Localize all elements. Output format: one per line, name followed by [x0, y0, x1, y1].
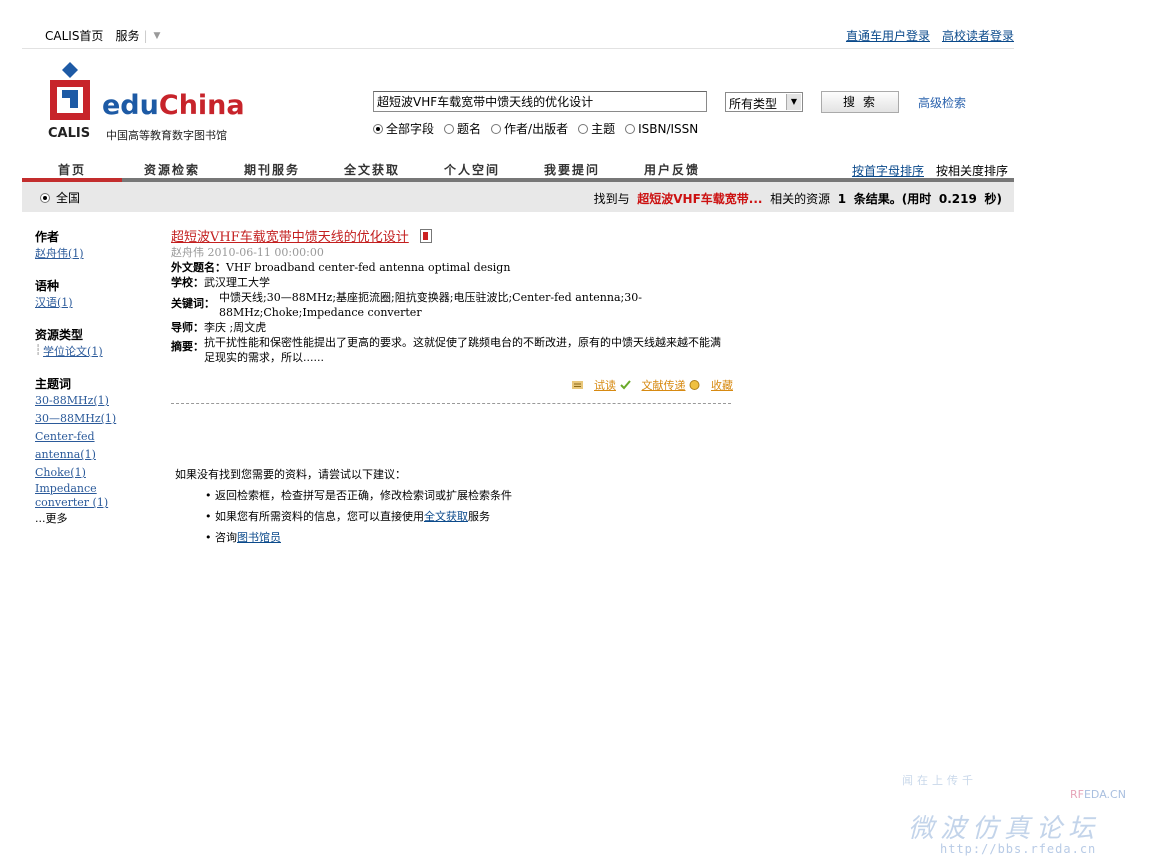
field-radio-author[interactable]: 作者/出版者 — [491, 120, 568, 137]
record-foreign-title: 外文题名： VHF broadband center-fed antenna o… — [171, 261, 511, 274]
sort-alpha-link[interactable]: 按首字母排序 — [852, 162, 924, 179]
brand-wordmark: eduChina — [102, 90, 245, 121]
sort-relevance[interactable]: 按相关度排序 — [936, 162, 1008, 179]
record-school: 学校： 武汉理工大学 — [171, 276, 270, 289]
record-abstract: 摘要： 抗干扰性能和保密性能提出了更高的要求。这就促使了跳频电台的不断改进，原有… — [171, 336, 721, 364]
library-subtitle: 中国高等教育数字图书馆 — [106, 129, 227, 142]
radio-icon — [625, 123, 636, 134]
tip-item: 返回检索框，检查拼写是否正确，修改检索词或扩展检索条件 — [205, 485, 512, 506]
record-advisor: 导师： 李庆 ;周文虎 — [171, 321, 267, 334]
result-time: 0.219 — [938, 192, 977, 206]
watermark-title: 微波仿真论坛 — [908, 814, 1101, 844]
watermark-rfeda: RFEDA.CN — [1070, 788, 1126, 801]
favorite-icon — [689, 380, 700, 390]
nav-item-ask[interactable]: 我要提问 — [522, 158, 622, 182]
scope-radio-national[interactable]: 全国 — [40, 189, 80, 206]
services-label: 服务 — [115, 29, 140, 43]
trial-read-link[interactable]: 试读 — [594, 379, 616, 392]
forum-watermark: 闻在上传千 RFEDA.CN 微波仿真论坛 http://bbs.rfeda.c… — [880, 772, 1142, 860]
tips-intro: 如果没有找到您需要的资料，请尝试以下建议： — [175, 468, 406, 481]
facet-link[interactable]: 30—88MHz(1) — [35, 410, 145, 428]
facet-heading: 作者 — [35, 230, 60, 244]
tree-branch-icon: ┆ — [35, 345, 42, 356]
record-actions: 试读 文献传递 收藏 — [171, 377, 733, 393]
librarian-link[interactable]: 图书馆员 — [237, 531, 281, 544]
facet-link[interactable]: 学位论文(1) — [43, 343, 103, 361]
resource-type-select[interactable]: 所有类型 ▼ — [725, 92, 803, 112]
field-radio-isbn[interactable]: ISBN/ISSN — [625, 120, 698, 137]
main-nav: 首页 资源检索 期刊服务 全文获取 个人空间 我要提问 用户反馈 按首字母排序 … — [22, 158, 1014, 182]
record-meta: 赵舟伟 2010-06-11 00:00:00 — [171, 246, 324, 259]
watermark-top-text: 闻在上传千 — [902, 774, 977, 787]
radio-checked-icon — [40, 192, 50, 203]
nav-item-fulltext[interactable]: 全文获取 — [322, 158, 422, 182]
facet-link[interactable]: 赵舟伟(1) — [35, 245, 145, 263]
facet-more-link[interactable]: ...更多 — [35, 510, 145, 526]
educhina-logo[interactable]: eduChina CALIS 中国高等教育数字图书馆 — [48, 62, 268, 144]
nav-item-feedback[interactable]: 用户反馈 — [622, 158, 722, 182]
nav-item-journals[interactable]: 期刊服务 — [222, 158, 322, 182]
facet-heading: 资源类型 — [35, 328, 84, 342]
favorite-link[interactable]: 收藏 — [711, 379, 733, 392]
search-button[interactable]: 搜索 — [821, 91, 899, 113]
facet-heading: 主题词 — [35, 377, 72, 391]
facet-link[interactable]: 汉语(1) — [35, 294, 145, 312]
facet-resource-type: 资源类型 ┆ 学位论文(1) — [35, 326, 145, 361]
document-delivery-link[interactable]: 文献传递 — [642, 379, 686, 392]
radio-icon — [578, 123, 589, 134]
result-record: 超短波VHF车载宽带中馈天线的优化设计 赵舟伟 2010-06-11 00:00… — [171, 226, 733, 404]
result-summary-bar: 全国 找到与 超短波VHF车载宽带... 相关的资源 1 条结果。(用时 0.2… — [22, 182, 1014, 212]
record-keywords: 关键词： 中馈天线;30—88MHz;基座扼流圈;阻抗变换器;电压驻波比;Cen… — [171, 291, 642, 319]
radio-checked-icon — [373, 123, 383, 134]
facet-subject: 主题词 30-88MHz(1) 30—88MHz(1) Center-fed a… — [35, 375, 145, 526]
nav-item-home[interactable]: 首页 — [22, 158, 122, 182]
facet-link[interactable]: 30-88MHz(1) — [35, 392, 145, 410]
pdf-icon[interactable] — [420, 229, 433, 243]
radio-icon — [444, 123, 455, 134]
result-keyword: 超短波VHF车载宽带... — [637, 192, 763, 206]
field-radio-title[interactable]: 题名 — [444, 120, 481, 137]
calis-label: CALIS — [48, 126, 91, 141]
field-radio-subject[interactable]: 主题 — [578, 120, 615, 137]
tip-item: 咨询图书馆员 — [205, 527, 512, 548]
reader-login-link[interactable]: 高校读者登录 — [942, 27, 1014, 44]
facet-link[interactable]: Choke(1) — [35, 464, 145, 482]
facet-link[interactable]: Center-fed antenna(1) — [35, 428, 145, 464]
facet-link[interactable]: Impedance converter (1) — [35, 482, 145, 510]
watermark-url: http://bbs.rfeda.cn — [940, 842, 1097, 856]
search-field-options: 全部字段 题名 作者/出版者 主题 ISBN/ISSN — [373, 120, 698, 137]
nav-item-resource-search[interactable]: 资源检索 — [122, 158, 222, 182]
chevron-down-icon: ▼ — [153, 30, 161, 41]
record-divider — [171, 403, 731, 404]
result-summary: 找到与 超短波VHF车载宽带... 相关的资源 1 条结果。(用时 0.219 … — [593, 192, 1002, 206]
nav-item-personal[interactable]: 个人空间 — [422, 158, 522, 182]
direct-login-link[interactable]: 直通车用户登录 — [846, 27, 930, 44]
search-input[interactable] — [373, 91, 707, 112]
record-title-link[interactable]: 超短波VHF车载宽带中馈天线的优化设计 — [171, 230, 409, 245]
check-icon — [619, 380, 631, 390]
services-menu[interactable]: 服务 | ▼ — [115, 27, 160, 44]
calis-logo-icon — [50, 62, 90, 120]
fulltext-link[interactable]: 全文获取 — [424, 510, 468, 523]
tip-item: 如果您有所需资料的信息，您可以直接使用全文获取服务 — [205, 506, 512, 527]
resource-type-value: 所有类型 — [729, 97, 778, 111]
facet-sidebar: 作者 赵舟伟(1) 语种 汉语(1) 资源类型 ┆ 学位论文(1) 主题词 30… — [35, 228, 145, 540]
field-radio-all[interactable]: 全部字段 — [373, 120, 434, 137]
facet-language: 语种 汉语(1) — [35, 277, 145, 312]
sort-options: 按首字母排序 按相关度排序 — [852, 162, 1008, 179]
services-divider: | — [143, 28, 148, 43]
facet-author: 作者 赵舟伟(1) — [35, 228, 145, 263]
top-bar: CALIS首页 服务 | ▼ 直通车用户登录 高校读者登录 — [22, 22, 1014, 49]
facet-heading: 语种 — [35, 279, 60, 293]
search-tips: 如果没有找到您需要的资料，请尝试以下建议： 返回检索框，检查拼写是否正确，修改检… — [175, 464, 512, 548]
read-icon — [572, 381, 583, 389]
advanced-search-link[interactable]: 高级检索 — [918, 94, 966, 111]
result-count: 1 — [837, 192, 847, 206]
dropdown-arrow-icon: ▼ — [786, 94, 801, 110]
calis-home-link[interactable]: CALIS首页 — [45, 27, 103, 44]
radio-icon — [491, 123, 502, 134]
